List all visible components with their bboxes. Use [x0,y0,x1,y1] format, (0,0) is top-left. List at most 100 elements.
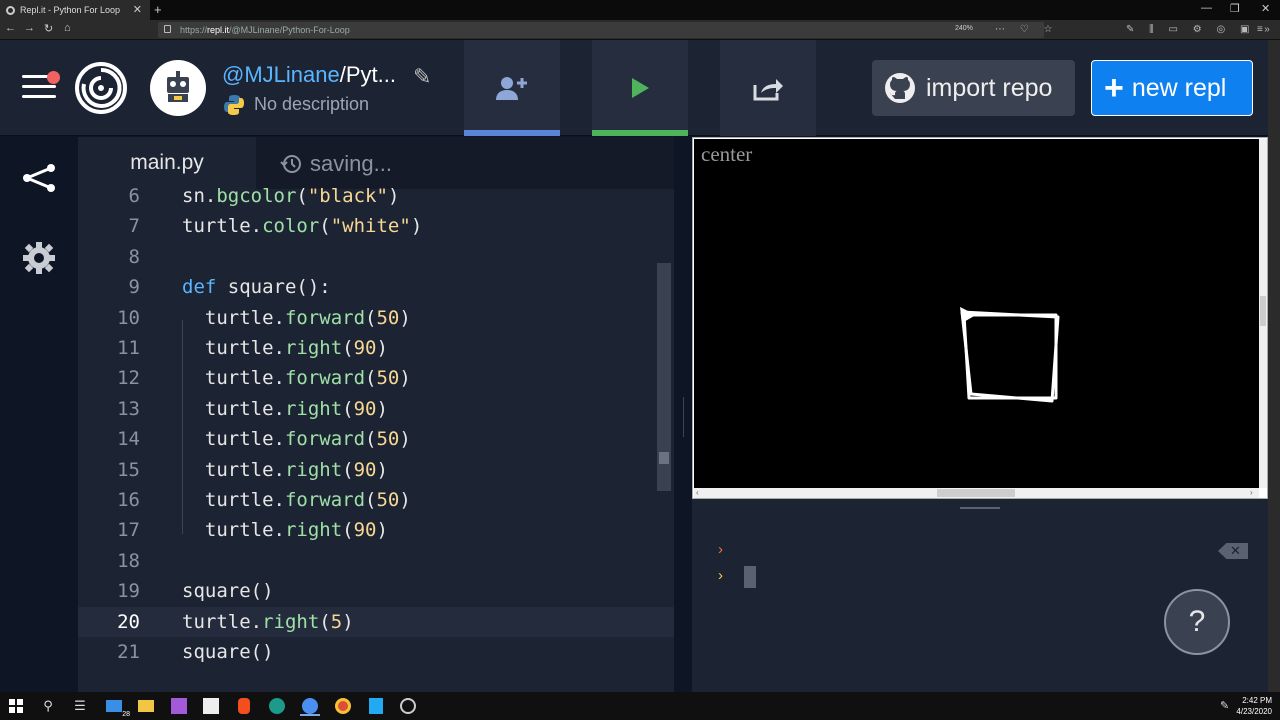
turtle-square-1 [962,313,1058,400]
code-line[interactable]: 11 turtle.right(90) [78,333,674,363]
edit-pencil-icon[interactable]: ✎ [413,64,431,90]
code-line[interactable]: 6 sn.bgcolor("black") [78,181,674,211]
avatar[interactable] [150,60,206,116]
code-line[interactable]: 12 turtle.forward(50) [78,363,674,393]
invite-button[interactable] [464,40,560,136]
canvas-vertical-thumb[interactable] [1260,296,1266,326]
restore-icon[interactable]: ❐ [1230,2,1240,15]
code-line[interactable]: 10 turtle.forward(50) [78,303,674,333]
scroll-right-icon[interactable]: › [1250,488,1253,497]
run-accent-bar [592,130,688,136]
code-line-text[interactable]: turtle.color("white") [182,215,422,237]
figma-icon[interactable] [234,696,254,716]
code-line-text[interactable]: turtle.forward(50) [182,428,411,450]
code-line[interactable]: 14 turtle.forward(50) [78,424,674,454]
code-line-text[interactable]: turtle.forward(50) [182,307,411,329]
code-line[interactable]: 13 turtle.right(90) [78,394,674,424]
divider-handle[interactable] [683,397,684,437]
vscode-icon[interactable] [366,696,386,716]
app-icon-2[interactable] [398,696,418,716]
code-line-text[interactable]: turtle.forward(50) [182,489,411,511]
console-resize-handle[interactable] [692,499,1268,517]
repl-title[interactable]: @MJLinane/Pyt... [222,62,396,88]
code-line[interactable]: 16 turtle.forward(50) [78,485,674,515]
console[interactable]: › › ✕ ? [692,517,1268,692]
code-line[interactable]: 19 square() [78,576,674,606]
code-line-text[interactable]: sn.bgcolor("black") [182,185,399,207]
zoom-level[interactable]: 240% [955,25,973,32]
line-number: 14 [117,428,140,451]
new-tab-icon[interactable]: + [154,2,162,17]
code-line[interactable]: 7 turtle.color("white") [78,211,674,241]
code-line[interactable]: 17 turtle.right(90) [78,515,674,545]
line-number: 16 [117,489,140,511]
browser-scrollbar[interactable] [1268,40,1280,692]
code-line-text[interactable]: def square(): [182,276,331,298]
code-line-text[interactable]: turtle.forward(50) [182,367,411,389]
clear-console-button[interactable]: ✕ [1218,543,1248,559]
scroll-left-icon[interactable]: ‹ [696,488,699,497]
code-line-text[interactable]: turtle.right(90) [182,398,388,420]
browser-tab[interactable]: Repl.it - Python For Loop ✕ [0,0,150,20]
code-line[interactable]: 9 def square(): [78,272,674,302]
firefox-icon[interactable] [300,696,320,716]
close-tab-icon[interactable]: ✕ [133,3,142,16]
home-icon[interactable]: ⌂ [64,22,71,34]
canvas-horizontal-thumb[interactable] [937,489,1015,497]
code-line-text[interactable]: turtle.right(90) [182,459,388,481]
help-button[interactable]: ? [1164,589,1230,655]
file-explorer-icon[interactable] [136,696,156,716]
code-line[interactable]: 18 [78,546,674,576]
turtle-output-window: center ‹ › [692,137,1268,499]
windows-start-icon[interactable] [6,696,26,716]
turtle-arrow-icon [960,307,976,323]
code-line[interactable]: 15 turtle.right(90) [78,455,674,485]
code-line-text[interactable]: turtle.right(90) [182,337,388,359]
back-icon[interactable]: ← [5,22,16,34]
replit-logo-icon[interactable] [75,62,127,114]
line-number: 12 [117,367,140,390]
affinity-app-icon[interactable] [169,696,189,716]
task-view-icon[interactable]: ☰ [70,696,90,716]
page-actions-icon[interactable]: ⋯ ♡ ☆ [995,24,1059,35]
minimize-icon[interactable]: — [1201,2,1212,14]
pane-divider[interactable] [674,137,692,692]
share-button[interactable] [720,40,816,136]
mail-icon[interactable]: 28 [104,696,130,718]
canvas-horizontal-scrollbar[interactable]: ‹ › [694,488,1259,498]
chrome-icon[interactable] [333,696,353,716]
app-icon[interactable] [267,696,287,716]
repl-description[interactable]: No description [254,94,369,115]
console-grip[interactable] [960,507,1000,509]
line-number: 15 [117,458,140,481]
browser-extensions-icon[interactable]: ✎ ⫼ ▭ ⚙ ◎ ▣ » [1126,24,1276,35]
reload-icon[interactable]: ↻ [44,22,53,35]
editor-scrollbar-thumb[interactable] [659,452,669,464]
search-icon[interactable]: ⚲ [38,696,58,716]
url-host: repl.it [207,25,230,35]
code-line-text[interactable]: turtle.right(5) [182,611,354,633]
code-line[interactable]: 21 square() [78,637,674,667]
code-line-text[interactable]: turtle.right(90) [182,519,388,541]
new-repl-button[interactable]: + new repl [1091,60,1253,116]
inkscape-icon[interactable] [201,696,221,716]
import-repo-button[interactable]: import repo [872,60,1075,116]
repl-name[interactable]: /Pyt... [340,62,396,87]
code-line-text[interactable]: square() [182,641,274,663]
canvas-vertical-scrollbar[interactable] [1259,139,1267,488]
browser-menu-icon[interactable]: ≡ [1257,24,1269,35]
settings-gear-icon[interactable] [22,241,56,275]
system-clock[interactable]: 2:42 PM 4/23/2020 [1236,695,1272,717]
version-control-icon[interactable] [22,163,56,193]
close-window-icon[interactable]: ✕ [1261,2,1270,15]
url-field[interactable]: https://repl.it/@MJLinane/Python-For-Loo… [158,22,1044,38]
code-line-text[interactable]: square() [182,580,274,602]
repl-owner-name[interactable]: @MJLinane [222,62,340,87]
tray-icon[interactable]: ✎ [1220,699,1229,712]
code-line[interactable]: 20 turtle.right(5) [78,606,674,637]
code-area[interactable]: 6 sn.bgcolor("black") 7 turtle.color("white… [78,181,674,692]
code-line[interactable]: 8 [78,242,674,272]
run-button[interactable] [592,40,688,136]
forward-icon[interactable]: → [24,22,35,34]
turtle-drawing [960,307,1060,403]
